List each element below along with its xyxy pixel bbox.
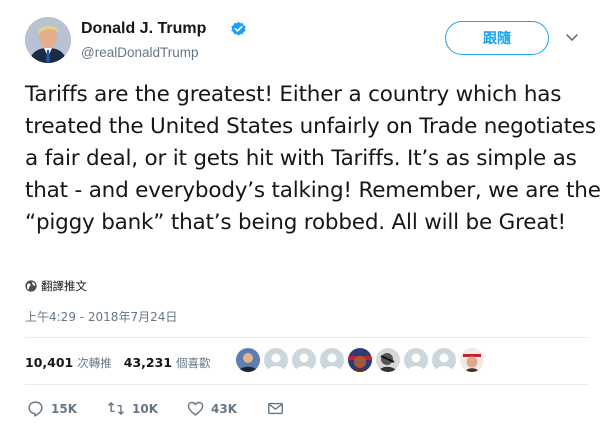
tweet-stats: 10,401 次轉推 43,231 個喜歡 [25, 350, 211, 372]
verified-badge-icon [231, 21, 246, 36]
tweet-text: Tariffs are the greatest! Either a count… [25, 82, 601, 235]
reply-icon [28, 401, 43, 417]
translate-tweet-link[interactable]: 翻譯推文 [25, 278, 87, 294]
liker-avatar[interactable] [376, 348, 400, 372]
retweet-button[interactable]: 10K [107, 400, 158, 417]
follow-button[interactable]: 跟隨 [445, 21, 549, 55]
divider [25, 384, 588, 385]
like-stat-label: 個喜歡 [176, 355, 211, 370]
liker-avatar[interactable] [236, 348, 260, 372]
like-stat[interactable]: 43,231 個喜歡 [124, 352, 211, 371]
author-avatar[interactable] [25, 17, 71, 63]
reply-count: 15K [51, 401, 77, 416]
liker-avatar[interactable] [264, 348, 288, 372]
liker-avatar[interactable] [320, 348, 344, 372]
liker-avatar[interactable] [460, 348, 484, 372]
author-handle[interactable]: @realDonaldTrump [81, 45, 199, 60]
tweet-card: Donald J. Trump @realDonaldTrump 跟隨 Tari… [0, 0, 613, 438]
retweet-count: 10,401 [25, 354, 74, 370]
retweet-action-count: 10K [132, 401, 158, 416]
heart-icon [187, 401, 204, 416]
divider [25, 337, 588, 338]
tweet-timestamp[interactable]: 上午4:29 - 2018年7月24日 [25, 308, 177, 325]
author-name[interactable]: Donald J. Trump [81, 20, 206, 38]
retweet-icon [108, 402, 124, 415]
globe-icon [25, 280, 37, 292]
liker-avatar[interactable] [292, 348, 316, 372]
reply-button[interactable]: 15K [27, 400, 77, 417]
like-action-count: 43K [211, 401, 237, 416]
translate-label: 翻譯推文 [41, 279, 87, 293]
message-button[interactable] [267, 400, 284, 417]
avatar-portrait [25, 17, 71, 63]
liker-avatars [236, 348, 484, 372]
chevron-down-icon[interactable] [565, 33, 579, 43]
liker-avatar[interactable] [432, 348, 456, 372]
retweet-stat[interactable]: 10,401 次轉推 [25, 352, 112, 371]
envelope-icon [268, 402, 283, 415]
retweet-stat-label: 次轉推 [77, 355, 112, 370]
like-button[interactable]: 43K [187, 400, 237, 417]
liker-avatar[interactable] [348, 348, 372, 372]
like-count: 43,231 [123, 354, 172, 370]
liker-avatar[interactable] [404, 348, 428, 372]
